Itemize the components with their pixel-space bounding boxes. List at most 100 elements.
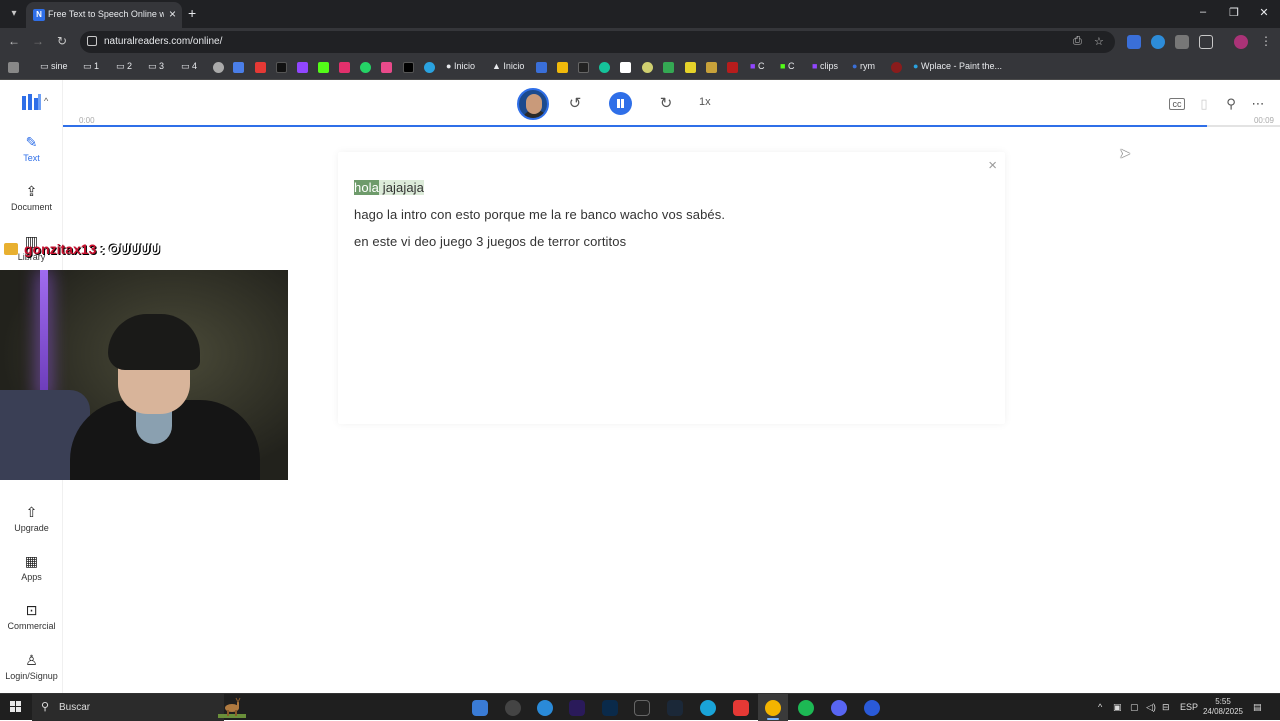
logo-chevron-icon[interactable]: ^ [44, 96, 48, 106]
search-icon[interactable]: ⚲ [1222, 96, 1240, 112]
rewind-icon[interactable]: ↺ [565, 94, 585, 112]
bookmark-clips[interactable]: ■ clips [812, 61, 838, 71]
bookmark-icon[interactable] [642, 62, 653, 73]
taskbar-app-icon[interactable] [864, 700, 880, 716]
spotify-icon[interactable] [798, 700, 814, 716]
bookmark-icon[interactable] [599, 62, 610, 73]
reload-icon[interactable]: ↻ [54, 34, 70, 48]
whatsapp-icon[interactable] [360, 62, 371, 73]
clipboard-icon[interactable]: ▯ [1195, 96, 1213, 112]
tab-close-icon[interactable]: × [169, 7, 176, 21]
bookmark-rym[interactable]: ● rym [852, 61, 875, 71]
telegram-icon[interactable] [424, 62, 435, 73]
progress-bar[interactable] [63, 125, 1280, 127]
text-editor-card[interactable]: × hola jajajaja hago la intro con esto p… [338, 152, 1005, 424]
notifications-icon[interactable]: ▤ [1253, 702, 1262, 713]
bookmark-c[interactable]: ■ C [780, 61, 794, 71]
restore-icon[interactable]: ❐ [1227, 6, 1241, 19]
tab-search-chevron-icon[interactable]: ▾ [4, 4, 24, 24]
tray-app-icon[interactable]: ▣ [1113, 702, 1122, 713]
sidebar-item-upgrade[interactable]: ⇧ Upgrade [0, 504, 63, 533]
bookmark-icon[interactable] [891, 62, 902, 73]
translate-extension-icon[interactable] [1127, 35, 1141, 49]
extensions-puzzle-icon[interactable] [1199, 35, 1213, 49]
extension-icon[interactable] [1151, 35, 1165, 49]
bookmark-icon[interactable] [706, 62, 717, 73]
keyboard-language[interactable]: ESP [1180, 702, 1198, 712]
sidebar-item-apps[interactable]: ▦ Apps [0, 553, 63, 582]
forward-icon[interactable]: → [30, 34, 46, 48]
sidebar-item-document[interactable]: ⇪ Document [0, 183, 63, 212]
pause-button[interactable] [609, 92, 632, 115]
bookmark-folder[interactable]: ▭ sine [40, 61, 68, 72]
more-options-icon[interactable]: ⋯ [1249, 96, 1267, 112]
taskbar-app-icon[interactable] [472, 700, 488, 716]
apps-grid-icon[interactable] [8, 62, 19, 73]
instagram-icon[interactable] [339, 62, 350, 73]
new-tab-icon[interactable]: + [188, 5, 196, 21]
windows-start-icon[interactable] [10, 701, 22, 713]
youtube-icon[interactable] [255, 62, 266, 73]
bookmark-folder[interactable]: ▭ 4 [181, 61, 197, 72]
search-icon: ⚲ [41, 701, 50, 713]
bookmark-icon[interactable] [213, 62, 224, 73]
bookmark-icon[interactable] [685, 62, 696, 73]
bookmark-icon[interactable] [663, 62, 674, 73]
browser-tab[interactable]: N Free Text to Speech Online with × [26, 2, 182, 28]
chrome-taskbar-active[interactable] [758, 694, 788, 721]
steam-icon[interactable] [667, 700, 683, 716]
window-close-icon[interactable]: ✕ [1257, 6, 1271, 19]
bookmark-icon[interactable] [578, 62, 589, 73]
back-icon[interactable]: ← [6, 34, 22, 48]
taskbar-app-icon[interactable] [733, 700, 749, 716]
tray-app-icon[interactable]: ⊟ [1162, 702, 1170, 713]
bookmark-icon[interactable] [536, 62, 547, 73]
browser-menu-icon[interactable]: ⋮ [1258, 34, 1274, 48]
x-icon[interactable] [403, 62, 414, 73]
text-line: hago la intro con esto porque me la re b… [354, 207, 726, 222]
sidebar-item-text[interactable]: ✎ Text [0, 134, 63, 163]
tiktok-icon[interactable] [276, 62, 287, 73]
taskbar-clock[interactable]: 5:55 24/08/2025 [1200, 697, 1246, 717]
bookmark-icon[interactable] [727, 62, 738, 73]
taskbar-search[interactable]: ⚲ Buscar [32, 694, 246, 721]
bookmark-folder[interactable]: ▭ 2 [116, 61, 132, 72]
site-info-icon[interactable] [87, 36, 97, 46]
voice-avatar[interactable] [517, 88, 549, 120]
discord-icon[interactable] [831, 700, 847, 716]
speed-control[interactable]: 1x [699, 96, 711, 108]
premiere-icon[interactable] [569, 700, 585, 716]
tray-chevron-icon[interactable]: ^ [1098, 702, 1102, 712]
install-app-icon[interactable]: ⎙ [1073, 35, 1082, 48]
p-extension-icon[interactable] [1175, 35, 1189, 49]
speaker-icon[interactable]: ◁) [1146, 702, 1156, 713]
photoshop-icon[interactable] [602, 700, 618, 716]
forward-skip-icon[interactable]: ↻ [656, 94, 676, 112]
epic-games-icon[interactable] [634, 700, 650, 716]
bookmark-folder[interactable]: ▭ 1 [83, 61, 99, 72]
bookmark-icon[interactable] [233, 62, 244, 73]
bookmark-inicio[interactable]: ▲ Inicio [492, 61, 524, 71]
minimize-icon[interactable]: – [1196, 6, 1210, 18]
twitch-icon[interactable] [297, 62, 308, 73]
kick-icon[interactable] [318, 62, 329, 73]
binance-icon[interactable] [557, 62, 568, 73]
bookmark-icon[interactable] [381, 62, 392, 73]
bookmark-c[interactable]: ■ C [750, 61, 764, 71]
taskbar-app-icon[interactable] [537, 700, 553, 716]
bookmark-inicio[interactable]: ● Inicio [446, 61, 475, 71]
naturalreaders-logo-icon[interactable] [22, 94, 42, 112]
bookmark-folder[interactable]: ▭ 3 [148, 61, 164, 72]
edge-icon[interactable] [700, 700, 716, 716]
captions-icon[interactable]: cc [1169, 98, 1185, 110]
tray-app-icon[interactable]: ▢ [1130, 702, 1139, 713]
bookmark-star-icon[interactable]: ☆ [1094, 35, 1104, 48]
bookmark-wplace[interactable]: ● Wplace - Paint the... [913, 61, 1002, 71]
sidebar-item-login[interactable]: ♙ Login/Signup [0, 652, 63, 681]
profile-avatar-icon[interactable] [1234, 35, 1248, 49]
sidebar-item-commercial[interactable]: ⊡ Commercial [0, 602, 63, 631]
clear-text-close-icon[interactable]: × [988, 157, 997, 174]
bookmark-icon[interactable] [620, 62, 631, 73]
taskbar-app-icon[interactable] [505, 700, 521, 716]
address-bar[interactable]: naturalreaders.com/online/ ⎙ ☆ [80, 31, 1115, 53]
